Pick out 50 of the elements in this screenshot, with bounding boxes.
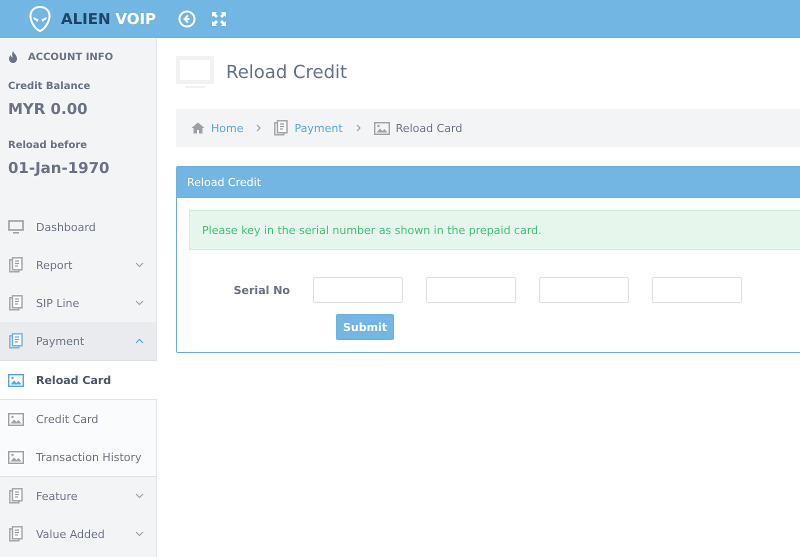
- document-icon: [274, 120, 288, 136]
- chevron-down-icon: [135, 493, 144, 499]
- serial-input-field[interactable]: [652, 277, 742, 303]
- nav-item[interactable]: Payment: [0, 322, 156, 361]
- image-icon: [374, 122, 390, 134]
- document-icon: [8, 526, 24, 542]
- home-icon: [191, 122, 205, 134]
- nav-item[interactable]: Feature: [0, 477, 156, 515]
- back-button[interactable]: [178, 10, 196, 28]
- fullscreen-button[interactable]: [210, 10, 228, 28]
- field-label: Serial No: [232, 284, 291, 296]
- balance-value: MYR 0.00: [8, 100, 89, 118]
- nav-item[interactable]: Report: [0, 246, 156, 284]
- chevron-down-icon: [135, 300, 144, 306]
- notice-text: Please key in the serial number as shown in the prepaid card.: [202, 224, 542, 236]
- image-icon: [8, 450, 24, 464]
- monitor-icon: [8, 220, 24, 234]
- breadcrumb-current: Reload Card: [396, 122, 462, 134]
- section-title: ACCOUNT INFO: [28, 52, 114, 62]
- document-icon: [8, 257, 24, 273]
- chevron-right-icon: [256, 124, 262, 132]
- reload-date: 01-Jan-1970: [8, 159, 110, 177]
- submit-button[interactable]: Submit: [336, 314, 394, 340]
- alien-head-icon: [29, 6, 51, 32]
- document-icon: [8, 333, 24, 349]
- balance-label: Credit Balance: [8, 81, 92, 92]
- page-title: Reload Credit: [226, 62, 348, 82]
- serial-input-field[interactable]: [539, 277, 629, 303]
- image-icon: [8, 374, 24, 386]
- flame-icon: [8, 51, 18, 63]
- chevron-right-icon: [356, 124, 361, 132]
- serial-input-field[interactable]: [426, 277, 516, 303]
- document-icon: [8, 295, 24, 311]
- submenu-item[interactable]: Transaction History: [0, 438, 156, 476]
- submenu-item[interactable]: Credit Card: [0, 400, 156, 438]
- serial-input-field[interactable]: [313, 277, 403, 303]
- submenu-item[interactable]: Reload Card: [0, 361, 157, 400]
- chevron-down-icon: [135, 531, 144, 537]
- breadcrumb-link[interactable]: Payment: [294, 122, 343, 134]
- nav-item[interactable]: Dashboard: [0, 208, 156, 246]
- nav-item[interactable]: SIP Line: [0, 284, 156, 322]
- breadcrumb-link[interactable]: Home: [211, 122, 244, 134]
- chevron-up-icon: [135, 338, 144, 344]
- brand-name: ALIEN VOIP: [61, 10, 156, 28]
- reload-label: Reload before: [8, 140, 88, 151]
- panel-title: Reload Credit: [187, 176, 262, 189]
- image-icon: [8, 412, 24, 426]
- document-icon: [8, 488, 24, 504]
- chevron-down-icon: [135, 262, 144, 268]
- nav-item[interactable]: Value Added: [0, 515, 156, 553]
